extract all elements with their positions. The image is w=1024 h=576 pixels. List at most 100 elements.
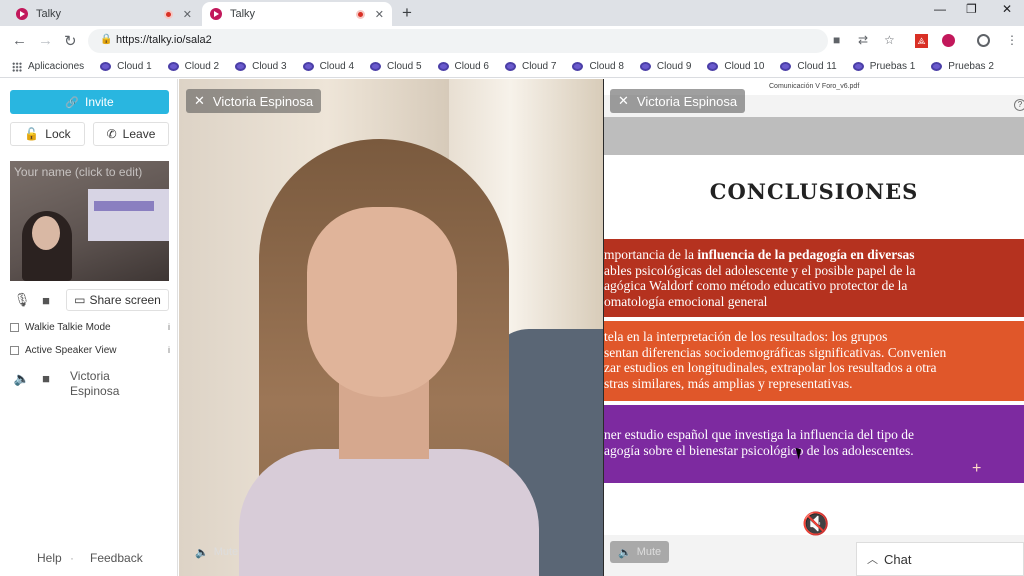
walkie-talkie-checkbox[interactable] xyxy=(10,322,19,332)
new-tab-icon[interactable]: + xyxy=(402,3,412,23)
menu-kebab-icon[interactable]: ⋮ xyxy=(1006,33,1018,47)
minimize-icon[interactable]: — xyxy=(934,2,946,16)
bookmark-cloud-6[interactable]: Cloud 6 xyxy=(437,61,489,72)
mute-button-left[interactable]: 🔈 Mute xyxy=(187,541,246,563)
lock-button[interactable]: 🔓 Lock xyxy=(10,122,85,146)
camera-icon[interactable]: ■ xyxy=(833,33,840,47)
link-icon: 🔗 xyxy=(65,96,79,109)
bookmark-cloud-1[interactable]: Cloud 1 xyxy=(100,61,152,72)
cloud-bookmark-icon xyxy=(100,62,112,71)
recording-icon xyxy=(355,9,365,19)
plus-cursor-icon: + xyxy=(972,460,982,477)
info-icon[interactable]: i xyxy=(168,322,170,332)
your-name-field[interactable]: Your name (click to edit) xyxy=(14,165,142,179)
forward-icon[interactable]: → xyxy=(38,32,53,49)
cloud-bookmark-icon xyxy=(931,62,943,71)
peer-name-chip-left[interactable]: ✕ Victoria Espinosa xyxy=(186,89,322,113)
close-tab-icon[interactable]: ✕ xyxy=(375,8,384,21)
reload-icon[interactable]: ↻ xyxy=(64,32,77,50)
bookmark-cloud-4[interactable]: Cloud 4 xyxy=(302,61,354,72)
help-link[interactable]: Help xyxy=(37,551,62,565)
invite-button[interactable]: 🔗 Invite xyxy=(10,90,169,114)
peer-name-chip-right[interactable]: ✕ Victoria Espinosa xyxy=(610,89,746,113)
url-text: https://talky.io/sala2 xyxy=(116,34,212,46)
cloud-bookmark-icon xyxy=(572,62,584,71)
browser-toolbar: ← → ↻ 🔒 https://talky.io/sala2 ■ ⇄ ☆ ⋮ xyxy=(0,26,1024,56)
tab-title: Talky xyxy=(230,8,256,20)
recording-icon xyxy=(163,9,173,19)
share-screen-button[interactable]: ▭ Share screen xyxy=(66,289,169,311)
active-speaker-checkbox[interactable] xyxy=(10,345,19,355)
separator-dot: · xyxy=(70,551,74,565)
close-window-icon[interactable]: ✕ xyxy=(1002,2,1012,16)
bookmark-cloud-2[interactable]: Cloud 2 xyxy=(167,61,219,72)
peer-name: Victoria Espinosa xyxy=(70,369,120,398)
bookmark-cloud-11[interactable]: Cloud 11 xyxy=(780,61,837,72)
peer-screen-share: Comunicación V Foro_v6.pdf ? CONCLUSIONE… xyxy=(604,79,1024,576)
speaker-icon: 🔈 xyxy=(195,546,209,559)
address-bar[interactable]: 🔒 https://talky.io/sala2 xyxy=(88,29,828,53)
talky-sidebar: 🔗 Invite 🔓 Lock ✆ Leave Your name (click… xyxy=(0,79,178,576)
apps-grid-icon xyxy=(12,61,22,72)
help-circle-icon: ? xyxy=(1014,99,1024,111)
tab-strip: Talky ✕ Talky ✕ + — ❐ ✕ xyxy=(0,0,1024,26)
peer-camera-video xyxy=(179,79,603,576)
cloud-bookmark-icon xyxy=(780,62,792,71)
tab-title: Talky xyxy=(36,8,62,20)
bookmark-cloud-5[interactable]: Cloud 5 xyxy=(370,61,422,72)
bookmark-cloud-9[interactable]: Cloud 9 xyxy=(639,61,691,72)
cloud-bookmark-icon xyxy=(504,62,516,71)
speaker-icon[interactable]: 🔈 xyxy=(10,371,34,399)
monitor-icon: ▭ xyxy=(74,293,86,307)
back-icon[interactable]: ← xyxy=(12,32,27,49)
bookmark-cloud-8[interactable]: Cloud 8 xyxy=(572,61,624,72)
close-tab-icon[interactable]: ✕ xyxy=(183,8,192,21)
bookmark-star-icon[interactable]: ☆ xyxy=(884,33,895,47)
bookmark-cloud-3[interactable]: Cloud 3 xyxy=(235,61,287,72)
bookmarks-bar: Aplicaciones Cloud 1 Cloud 2 Cloud 3 Clo… xyxy=(0,56,1024,78)
feedback-link[interactable]: Feedback xyxy=(90,551,143,565)
cloud-bookmark-icon xyxy=(302,62,314,71)
leave-button[interactable]: ✆ Leave xyxy=(93,122,169,146)
slide-band-3: ner estudio español que investiga la inf… xyxy=(604,405,1024,483)
bookmark-pruebas-1[interactable]: Pruebas 1 xyxy=(852,61,915,72)
talky-extension-icon[interactable] xyxy=(942,34,955,47)
bookmark-cloud-10[interactable]: Cloud 10 xyxy=(707,61,764,72)
active-speaker-option[interactable]: Active Speaker View i xyxy=(10,341,170,359)
bookmark-apps[interactable]: Aplicaciones xyxy=(12,61,84,72)
video-camera-icon[interactable]: ■ xyxy=(34,293,58,308)
presentation-slide: CONCLUSIONES mportancia de la influencia… xyxy=(604,155,1024,535)
cloud-bookmark-icon xyxy=(437,62,449,71)
close-icon[interactable]: ✕ xyxy=(194,93,205,109)
microphone-icon[interactable]: 🎙 xyxy=(10,292,34,308)
hangup-icon: ✆ xyxy=(106,127,117,141)
pdf-extension-icon[interactable]: ⟁ xyxy=(915,34,928,48)
profile-icon[interactable] xyxy=(977,34,990,47)
walkie-talkie-option[interactable]: Walkie Talkie Mode i xyxy=(10,318,170,336)
translate-icon[interactable]: ⇄ xyxy=(858,33,868,47)
tab-talky-1[interactable]: Talky ✕ xyxy=(8,2,200,26)
restore-icon[interactable]: ❐ xyxy=(966,2,977,16)
cloud-bookmark-icon xyxy=(639,62,651,71)
slide-band-1: mportancia de la influencia de la pedago… xyxy=(604,239,1024,317)
chat-toggle[interactable]: ︿ Chat xyxy=(856,542,1024,576)
peer-row: 🔈 ■ Victoria Espinosa xyxy=(10,369,170,399)
video-grid: Comunicación V Foro_v6.pdf ? CONCLUSIONE… xyxy=(179,79,1024,576)
bookmark-cloud-7[interactable]: Cloud 7 xyxy=(504,61,556,72)
cloud-bookmark-icon xyxy=(707,62,719,71)
muted-speaker-icon: 🔇 xyxy=(802,511,830,536)
slide-band-2: tela en la interpretación de los resulta… xyxy=(604,321,1024,401)
bookmark-pruebas-2[interactable]: Pruebas 2 xyxy=(931,61,994,72)
cloud-bookmark-icon xyxy=(235,62,247,71)
speaker-icon: 🔈 xyxy=(618,546,632,559)
cloud-bookmark-icon xyxy=(852,62,864,71)
info-icon[interactable]: i xyxy=(168,345,170,355)
lock-icon: 🔒 xyxy=(100,34,113,45)
video-camera-icon[interactable]: ■ xyxy=(34,371,58,399)
mute-button-right[interactable]: 🔈 Mute xyxy=(610,541,670,563)
tab-talky-2[interactable]: Talky ✕ xyxy=(202,2,392,26)
cloud-bookmark-icon xyxy=(370,62,382,71)
padlock-icon: 🔓 xyxy=(24,127,40,141)
self-video-preview: Your name (click to edit) xyxy=(10,161,169,281)
close-icon[interactable]: ✕ xyxy=(618,93,629,109)
